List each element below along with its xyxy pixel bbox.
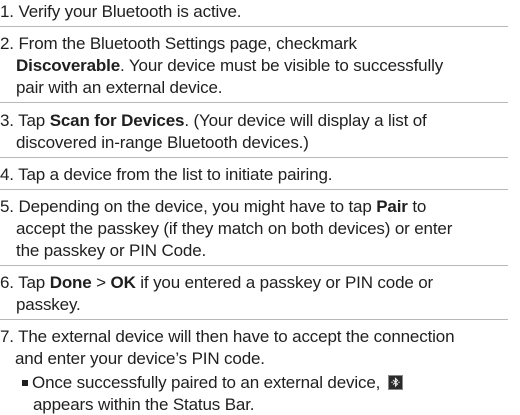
step-5-text: the passkey or PIN Code. bbox=[16, 241, 207, 260]
done-label: Done bbox=[49, 273, 92, 292]
step-3-line-1: 3. Tap Scan for Devices. (Your device wi… bbox=[0, 111, 427, 131]
step-6-line-1: 6. Tap Done > OK if you entered a passke… bbox=[0, 273, 433, 293]
step-3-text: . (Your device will display a list of bbox=[184, 111, 427, 130]
pair-label: Pair bbox=[376, 197, 408, 216]
step-6-text: passkey. bbox=[16, 295, 81, 314]
bullet-line-1: Once successfully paired to an external … bbox=[32, 373, 403, 393]
step-5-line-3: the passkey or PIN Code. bbox=[16, 241, 206, 261]
scan-for-devices-label: Scan for Devices bbox=[49, 111, 185, 130]
step-1-line-1: 1. Verify your Bluetooth is active. bbox=[0, 2, 242, 22]
instructions-document: 1. Verify your Bluetooth is active. 2. F… bbox=[0, 0, 520, 414]
bullet-text: Once successfully paired to an external … bbox=[32, 373, 385, 392]
divider bbox=[0, 319, 508, 320]
step-7-text: 7. The external device will then have to… bbox=[0, 327, 455, 346]
divider bbox=[0, 265, 508, 266]
step-4-line-1: 4. Tap a device from the list to initiat… bbox=[0, 165, 333, 185]
ok-label: OK bbox=[110, 273, 136, 292]
bullet-marker bbox=[22, 380, 28, 386]
step-2-line-3: pair with an external device. bbox=[16, 78, 223, 98]
step-1-text: 1. Verify your Bluetooth is active. bbox=[0, 2, 242, 21]
divider bbox=[0, 26, 508, 27]
step-7-line-1: 7. The external device will then have to… bbox=[0, 327, 455, 347]
step-6-text: > bbox=[91, 273, 111, 292]
bluetooth-connected-status-icon bbox=[387, 375, 403, 390]
divider bbox=[0, 157, 508, 158]
discoverable-label: Discoverable bbox=[16, 56, 121, 75]
step-5-line-1: 5. Depending on the device, you might ha… bbox=[0, 197, 426, 217]
step-6-text: 6. Tap bbox=[0, 273, 50, 292]
step-4-text: 4. Tap a device from the list to initiat… bbox=[0, 165, 333, 184]
step-5-text: 5. Depending on the device, you might ha… bbox=[0, 197, 377, 216]
step-5-text: to bbox=[407, 197, 427, 216]
step-3-text: 3. Tap bbox=[0, 111, 50, 130]
divider bbox=[0, 189, 508, 190]
step-5-line-2: accept the passkey (if they match on bot… bbox=[16, 219, 452, 239]
step-6-text: if you entered a passkey or PIN code or bbox=[135, 273, 434, 292]
step-5-text: accept the passkey (if they match on bot… bbox=[16, 219, 453, 238]
bullet-line-2: appears within the Status Bar. bbox=[33, 395, 255, 415]
step-2-line-2: Discoverable. Your device must be visibl… bbox=[16, 56, 443, 76]
divider bbox=[0, 102, 508, 103]
step-6-line-2: passkey. bbox=[16, 295, 81, 315]
step-7-text: and enter your device’s PIN code. bbox=[15, 349, 265, 368]
step-2-text: . Your device must be visible to success… bbox=[120, 56, 444, 75]
step-2-line-1: 2. From the Bluetooth Settings page, che… bbox=[0, 34, 357, 54]
step-7-line-2: and enter your device’s PIN code. bbox=[15, 349, 265, 369]
bullet-text: appears within the Status Bar. bbox=[33, 395, 255, 414]
step-2-text: pair with an external device. bbox=[16, 78, 223, 97]
step-3-line-2: discovered in-range Bluetooth devices.) bbox=[16, 133, 309, 153]
step-3-text: discovered in-range Bluetooth devices.) bbox=[16, 133, 309, 152]
step-2-text: 2. From the Bluetooth Settings page, che… bbox=[0, 34, 357, 53]
